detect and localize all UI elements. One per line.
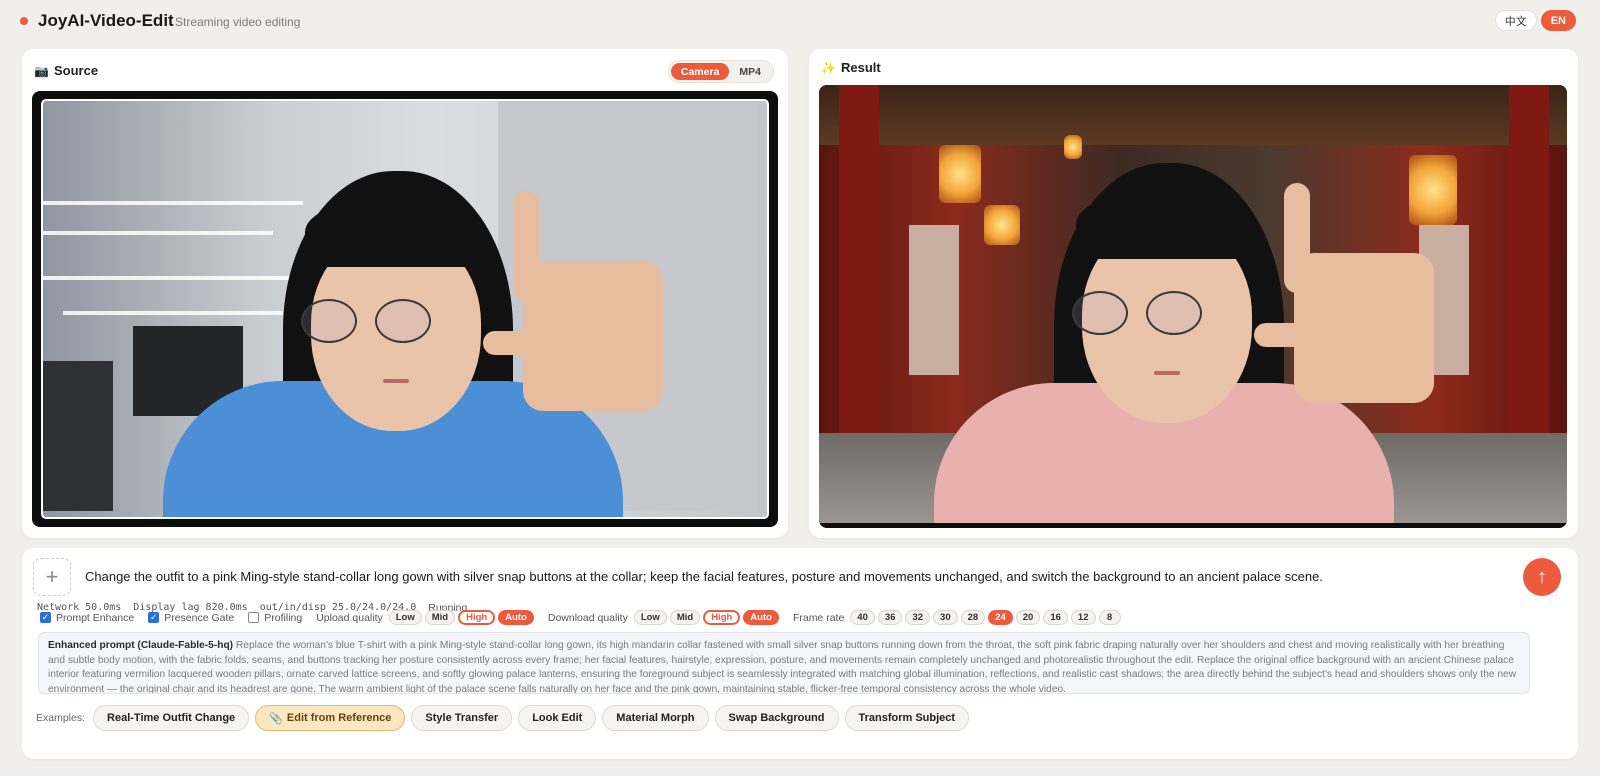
source-mode-toggle: Camera MP4 [667,60,774,83]
sparkle-icon: ✨ [821,60,836,75]
app-title: JoyAI-Video-Edit [38,11,174,30]
source-title: 📷 Source [34,63,98,78]
result-feed [819,85,1567,523]
example-transform-subject[interactable]: Transform Subject [844,705,970,731]
options-row: ✓ Prompt Enhance ✓ Presence Gate Profili… [40,610,1135,625]
download-quality-mid[interactable]: Mid [669,610,701,625]
example-material-morph[interactable]: Material Morph [602,705,709,731]
result-video [819,85,1567,528]
example-style-transfer[interactable]: Style Transfer [411,705,513,731]
download-quality-label: Download quality [547,611,628,624]
camera-mode-button[interactable]: Camera [670,63,730,80]
app-header: JoyAI-Video-Edit Streaming video editing… [0,0,1600,42]
frame-rate-40[interactable]: 40 [850,610,875,625]
result-title: ✨ Result [821,60,881,75]
profiling-label: Profiling [264,611,303,624]
download-quality-group: Low Mid High Auto [633,610,779,625]
upload-quality-group: Low Mid High Auto [388,610,534,625]
prompt-input[interactable]: Change the outfit to a pink Ming-style s… [85,569,1323,584]
mp4-mode-button[interactable]: MP4 [729,63,771,80]
example-swap-background[interactable]: Swap Background [714,705,839,731]
source-title-label: Source [54,63,99,78]
app-subtitle: Streaming video editing [175,15,301,29]
lang-en-button[interactable]: EN [1540,10,1576,31]
frame-rate-8[interactable]: 8 [1098,610,1121,625]
source-person [163,151,713,517]
upload-quality-auto[interactable]: Auto [498,610,534,625]
examples-label: Examples: [36,712,86,724]
language-switch: 中文 EN [1494,10,1576,31]
presence-gate-label: Presence Gate [164,611,235,624]
enhanced-prompt-text: Replace the woman's blue T-shirt with a … [48,640,1517,694]
enhanced-prompt: Enhanced prompt (Claude-Fable-5-hq) Repl… [38,632,1530,694]
source-panel: 📷 Source Camera MP4 [22,49,788,538]
download-quality-high[interactable]: High [703,610,741,625]
example-edit-from-reference-label: Edit from Reference [286,712,392,724]
result-person [934,143,1484,523]
frame-rate-16[interactable]: 16 [1043,610,1068,625]
upload-quality-label: Upload quality [316,611,383,624]
prompt-enhance-toggle[interactable]: ✓ Prompt Enhance [40,612,134,624]
arrow-up-icon: ↑ [1537,565,1547,588]
upload-quality-mid[interactable]: Mid [424,610,456,625]
frame-rate-24[interactable]: 24 [988,610,1013,625]
plus-icon: + [45,564,59,589]
example-outfit-change[interactable]: Real-Time Outfit Change [93,705,250,731]
frame-rate-12[interactable]: 12 [1070,610,1096,625]
frame-rate-20[interactable]: 20 [1015,610,1041,625]
paperclip-icon: 📎 [269,712,283,725]
camera-feed [41,99,769,519]
result-title-label: Result [841,60,881,75]
result-panel: ✨ Result [809,49,1578,538]
example-edit-from-reference[interactable]: 📎 Edit from Reference [255,705,406,731]
profiling-toggle[interactable]: Profiling [248,612,302,624]
frame-rate-32[interactable]: 32 [905,610,931,625]
lang-zh-button[interactable]: 中文 [1494,10,1537,31]
frame-rate-28[interactable]: 28 [960,610,986,625]
upload-quality-high[interactable]: High [458,610,496,625]
presence-gate-toggle[interactable]: ✓ Presence Gate [148,612,234,624]
frame-rate-36[interactable]: 36 [877,610,903,625]
checkbox-checked-icon[interactable]: ✓ [148,612,160,623]
download-quality-low[interactable]: Low [633,610,667,625]
frame-rate-label: Frame rate [792,611,845,624]
frame-rate-30[interactable]: 30 [933,610,958,625]
prompt-enhance-label: Prompt Enhance [56,611,135,624]
source-video [32,91,778,527]
checkbox-unchecked-icon[interactable] [248,612,260,623]
enhanced-prompt-label: Enhanced prompt (Claude-Fable-5-hq) [48,640,234,651]
status-dot [20,17,28,25]
frame-rate-group: 40 36 32 30 28 24 20 16 12 8 [850,610,1121,625]
examples-row: Examples: Real-Time Outfit Change 📎 Edit… [36,705,970,731]
example-look-edit[interactable]: Look Edit [518,705,597,731]
camera-icon: 📷 [34,63,49,78]
checkbox-checked-icon[interactable]: ✓ [40,612,51,623]
add-attachment-button[interactable]: + [33,558,71,596]
download-quality-auto[interactable]: Auto [743,610,779,625]
control-panel: + Change the outfit to a pink Ming-style… [22,548,1578,759]
send-button[interactable]: ↑ [1523,558,1561,596]
upload-quality-low[interactable]: Low [388,610,422,625]
